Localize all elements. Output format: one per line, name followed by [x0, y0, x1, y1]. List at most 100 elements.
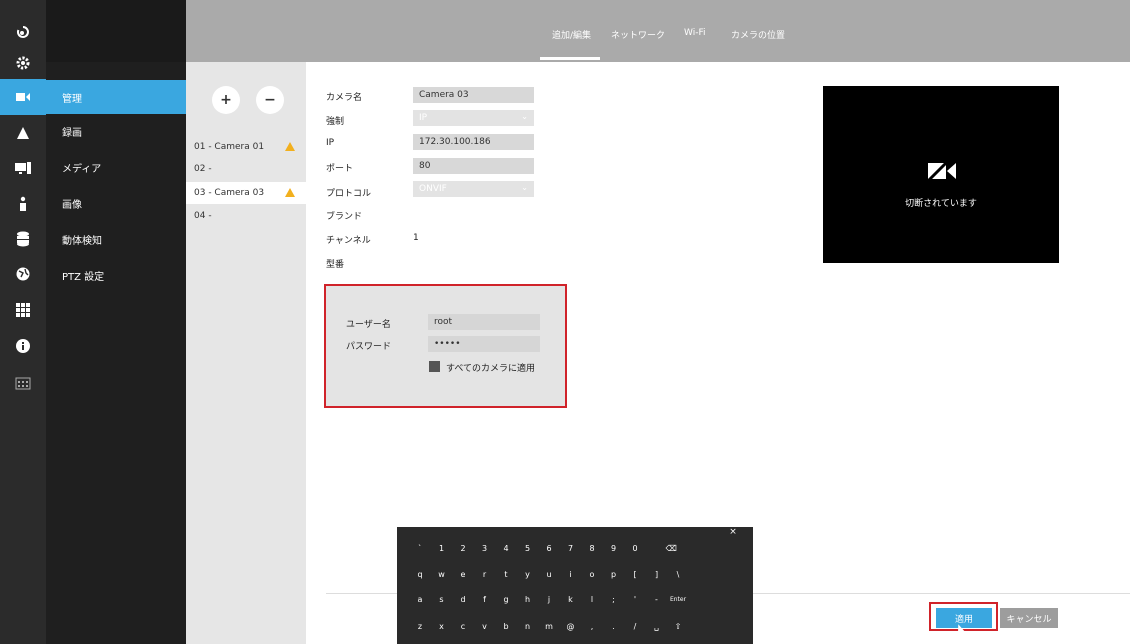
- keyboard-key[interactable]: k: [561, 591, 581, 607]
- username-field[interactable]: root: [428, 314, 540, 330]
- info-icon[interactable]: [0, 328, 46, 364]
- keyboard-key[interactable]: z: [410, 618, 430, 634]
- camera-row[interactable]: 04 -: [186, 205, 306, 227]
- keyboard-key[interactable]: d: [453, 591, 473, 607]
- force-value: IP: [419, 113, 428, 123]
- port-field[interactable]: 80: [413, 158, 534, 174]
- tab-wifi[interactable]: Wi-Fi: [684, 28, 705, 38]
- keyboard-key[interactable]: g: [496, 591, 516, 607]
- video-camera-icon[interactable]: [0, 79, 46, 115]
- keyboard-key[interactable]: r: [475, 566, 495, 582]
- nav-item-label: 録画: [62, 127, 82, 139]
- keyboard-key[interactable]: h: [518, 591, 538, 607]
- add-camera-button[interactable]: +: [212, 86, 240, 114]
- keyboard-key[interactable]: 6: [539, 540, 559, 556]
- keyboard-key[interactable]: p: [604, 566, 624, 582]
- keyboard-key[interactable]: [: [625, 566, 645, 582]
- keyboard-key[interactable]: f: [475, 591, 495, 607]
- tab-add-edit[interactable]: 追加/編集: [552, 28, 591, 41]
- keyboard-key[interactable]: c: [453, 618, 473, 634]
- camera-row[interactable]: 02 -: [186, 158, 306, 180]
- camera-row-selected[interactable]: 03 - Camera 03: [186, 182, 306, 204]
- nav-item-image[interactable]: 画像: [46, 186, 186, 220]
- keyboard-key[interactable]: n: [518, 618, 538, 634]
- keyboard-key[interactable]: 8: [582, 540, 602, 556]
- database-icon[interactable]: [0, 221, 46, 257]
- ip-label: IP: [326, 138, 335, 148]
- force-select[interactable]: IP ⌄: [413, 110, 534, 126]
- keyboard-key[interactable]: @: [561, 618, 581, 634]
- keyboard-key[interactable]: ': [625, 591, 645, 607]
- keyboard-key[interactable]: ␣: [647, 618, 667, 634]
- keyboard-key[interactable]: ⇧: [668, 618, 688, 634]
- tab-camera-location[interactable]: カメラの位置: [731, 28, 785, 41]
- chevron-down-icon: ⌄: [521, 183, 528, 192]
- nav-item-ptz[interactable]: PTZ 設定: [46, 258, 186, 292]
- grid-icon[interactable]: [0, 292, 46, 328]
- apply-all-checkbox[interactable]: [429, 361, 440, 372]
- tab-network[interactable]: ネットワーク: [611, 28, 665, 41]
- cancel-button[interactable]: キャンセル: [1000, 608, 1058, 628]
- password-field[interactable]: •••••: [428, 336, 540, 352]
- keyboard-key[interactable]: 2: [453, 540, 473, 556]
- keyboard-key[interactable]: Enter: [668, 591, 688, 607]
- camera-name-field[interactable]: Camera 03: [413, 87, 534, 103]
- keyboard-key[interactable]: m: [539, 618, 559, 634]
- keyboard-key[interactable]: 0: [625, 540, 645, 556]
- keyboard-key[interactable]: x: [432, 618, 452, 634]
- keyboard-key[interactable]: e: [453, 566, 473, 582]
- globe-icon[interactable]: [0, 256, 46, 292]
- keyboard-key[interactable]: q: [410, 566, 430, 582]
- keyboard-key[interactable]: ;: [604, 591, 624, 607]
- ip-field[interactable]: 172.30.100.186: [413, 134, 534, 150]
- keyboard-key[interactable]: l: [582, 591, 602, 607]
- keyboard-key[interactable]: \: [668, 566, 688, 582]
- password-label: パスワード: [346, 342, 392, 352]
- keyboard-key[interactable]: 5: [518, 540, 538, 556]
- nav-item-label: PTZ 設定: [62, 271, 105, 283]
- keyboard-key[interactable]: v: [475, 618, 495, 634]
- keyboard-key[interactable]: s: [432, 591, 452, 607]
- keyboard-key[interactable]: u: [539, 566, 559, 582]
- keyboard-key[interactable]: 9: [604, 540, 624, 556]
- protocol-select[interactable]: ONVIF ⌄: [413, 181, 534, 197]
- remove-camera-button[interactable]: −: [256, 86, 284, 114]
- person-icon[interactable]: [0, 186, 46, 222]
- keyboard-key[interactable]: i: [561, 566, 581, 582]
- keyboard-key[interactable]: o: [582, 566, 602, 582]
- camera-row[interactable]: 01 - Camera 01: [186, 136, 306, 158]
- keyboard-key[interactable]: y: [518, 566, 538, 582]
- keyboard-key[interactable]: ⌫: [657, 540, 685, 556]
- warning-icon: [285, 142, 295, 151]
- camera-name-label: カメラ名: [326, 93, 363, 103]
- force-label: 強制: [326, 117, 345, 127]
- keyboard-key[interactable]: j: [539, 591, 559, 607]
- monitor-icon[interactable]: [0, 150, 46, 186]
- nav-item-management[interactable]: 管理: [46, 80, 186, 114]
- keyboard-key[interactable]: .: [604, 618, 624, 634]
- keyboard-key[interactable]: /: [625, 618, 645, 634]
- nav-item-recording[interactable]: 録画: [46, 114, 186, 148]
- calendar-icon[interactable]: [0, 365, 46, 401]
- keyboard-key[interactable]: w: [432, 566, 452, 582]
- keyboard-key[interactable]: t: [496, 566, 516, 582]
- preview-status: 切断されています: [905, 199, 977, 209]
- nav-item-media[interactable]: メディア: [46, 150, 186, 184]
- keyboard-key[interactable]: 4: [496, 540, 516, 556]
- keyboard-key[interactable]: 7: [561, 540, 581, 556]
- camera-label: 01 - Camera 01: [194, 142, 265, 152]
- keyboard-key[interactable]: ,: [582, 618, 602, 634]
- keyboard-close-button[interactable]: ×: [723, 526, 743, 538]
- keyboard-key[interactable]: 3: [475, 540, 495, 556]
- keyboard-key[interactable]: 1: [432, 540, 452, 556]
- nav-item-motion-detection[interactable]: 動体検知: [46, 222, 186, 256]
- keyboard-key[interactable]: b: [496, 618, 516, 634]
- keyboard-key[interactable]: `: [410, 540, 430, 556]
- gear-icon[interactable]: [0, 45, 46, 81]
- keyboard-key[interactable]: a: [410, 591, 430, 607]
- apply-all-label: すべてのカメラに適用: [446, 364, 536, 374]
- keyboard-key[interactable]: -: [647, 591, 667, 607]
- apply-button[interactable]: 適用: [936, 608, 992, 628]
- bell-icon[interactable]: [0, 115, 46, 151]
- keyboard-key[interactable]: ]: [647, 566, 667, 582]
